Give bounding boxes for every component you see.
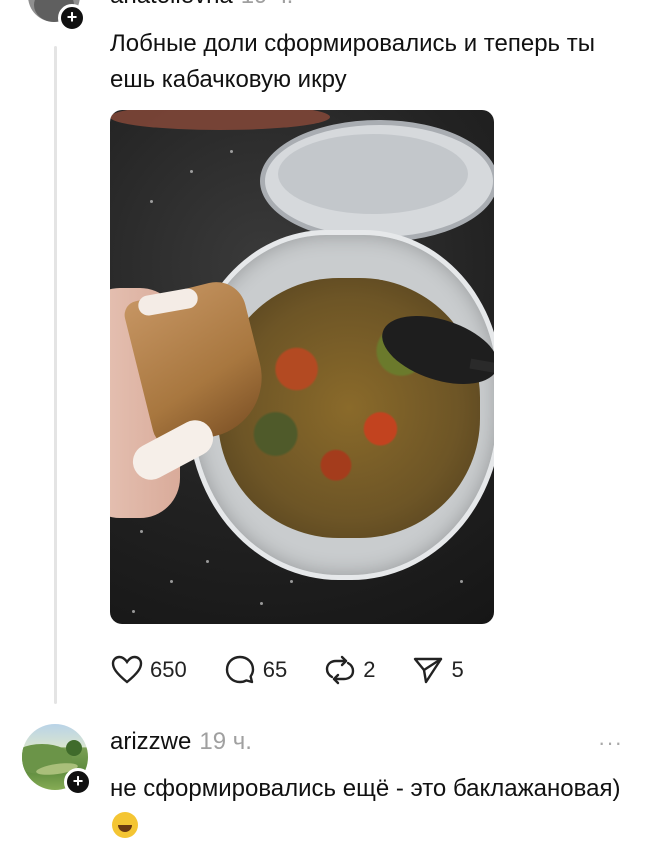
- reply-time: 19 ч.: [199, 728, 252, 755]
- repost-button[interactable]: 2: [323, 653, 375, 687]
- thread-line: [54, 46, 57, 704]
- reply-text-content: не сформировались ещё - это баклажановая…: [110, 775, 621, 802]
- reply-follow-plus-icon[interactable]: +: [64, 768, 92, 796]
- share-count: 5: [451, 657, 464, 682]
- like-count: 650: [150, 657, 187, 682]
- follow-plus-icon[interactable]: +: [58, 4, 86, 32]
- reply-author[interactable]: arizzwe 19 ч.: [110, 728, 252, 756]
- repost-icon: [326, 655, 355, 685]
- heart-icon: [111, 655, 143, 684]
- more-icon[interactable]: ···: [598, 730, 623, 756]
- repost-count: 2: [363, 657, 376, 682]
- comment-icon: [225, 655, 254, 684]
- post-text: Лобные доли сформировались и теперь ты е…: [110, 30, 595, 93]
- post-actions: 650 65 2 5: [110, 650, 500, 690]
- comment-count: 65: [262, 657, 288, 682]
- reply-text: не сформировались ещё - это баклажановая…: [110, 770, 630, 846]
- comment-button[interactable]: 65: [223, 653, 287, 687]
- post-time: 19 ч.: [241, 0, 294, 9]
- reply-username[interactable]: arizzwe: [110, 728, 191, 755]
- like-button[interactable]: 650: [110, 653, 187, 687]
- post-username[interactable]: anatollevna: [110, 0, 233, 9]
- post-photo[interactable]: [110, 110, 494, 624]
- share-icon: [414, 657, 443, 684]
- share-button[interactable]: 5: [411, 653, 464, 687]
- post-author[interactable]: anatollevna 19 ч.: [110, 0, 293, 10]
- rofl-emoji-icon: [112, 812, 138, 838]
